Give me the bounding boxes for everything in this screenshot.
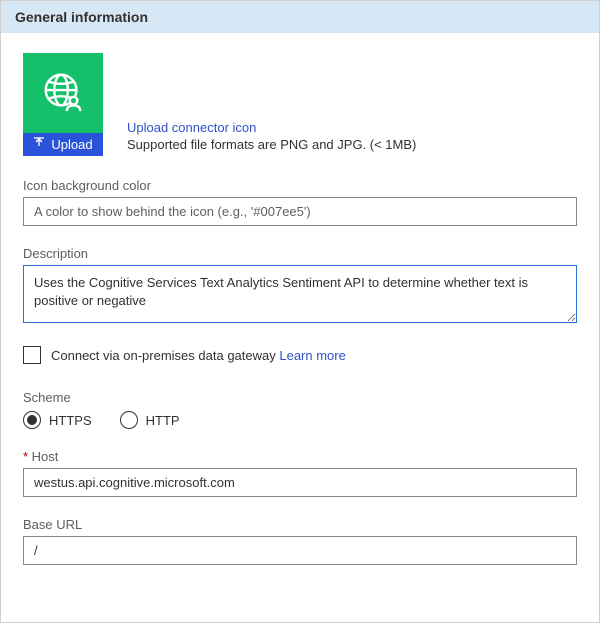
icon-bg-color-input[interactable] <box>23 197 577 226</box>
gateway-checkbox[interactable] <box>23 346 41 364</box>
icon-bg-color-field: Icon background color <box>23 178 577 226</box>
radio-http[interactable] <box>120 411 138 429</box>
upload-button[interactable]: Upload <box>23 133 103 156</box>
radio-http-label: HTTP <box>146 413 180 428</box>
upload-button-label: Upload <box>51 137 92 152</box>
icon-info: Upload connector icon Supported file for… <box>127 120 416 156</box>
base-url-field: Base URL <box>23 517 577 565</box>
supported-formats-text: Supported file formats are PNG and JPG. … <box>127 137 416 152</box>
upload-icon <box>33 137 45 152</box>
scheme-option-http[interactable]: HTTP <box>120 411 180 429</box>
base-url-label: Base URL <box>23 517 577 532</box>
base-url-input[interactable] <box>23 536 577 565</box>
section-header: General information <box>1 1 599 33</box>
scheme-label: Scheme <box>23 390 577 405</box>
description-label: Description <box>23 246 577 261</box>
gateway-checkbox-row: Connect via on-premises data gateway Lea… <box>23 346 577 364</box>
gateway-label: Connect via on-premises data gateway Lea… <box>51 348 346 363</box>
gateway-label-text: Connect via on-premises data gateway <box>51 348 276 363</box>
scheme-options: HTTPS HTTP <box>23 411 577 429</box>
scheme-option-https[interactable]: HTTPS <box>23 411 92 429</box>
section-title: General information <box>15 9 148 25</box>
radio-https-label: HTTPS <box>49 413 92 428</box>
icon-upload-row: Upload Upload connector icon Supported f… <box>23 53 577 156</box>
icon-bg-color-label: Icon background color <box>23 178 577 193</box>
description-input[interactable] <box>23 265 577 323</box>
learn-more-link[interactable]: Learn more <box>279 348 345 363</box>
radio-https[interactable] <box>23 411 41 429</box>
description-field: Description <box>23 246 577 326</box>
upload-icon-link[interactable]: Upload connector icon <box>127 120 256 135</box>
host-label: Host <box>23 449 577 464</box>
scheme-field: Scheme HTTPS HTTP <box>23 390 577 429</box>
icon-stack: Upload <box>23 53 103 156</box>
globe-person-icon <box>40 69 86 118</box>
host-field: Host <box>23 449 577 497</box>
icon-preview <box>23 53 103 133</box>
form-content: Upload Upload connector icon Supported f… <box>1 33 599 583</box>
host-input[interactable] <box>23 468 577 497</box>
